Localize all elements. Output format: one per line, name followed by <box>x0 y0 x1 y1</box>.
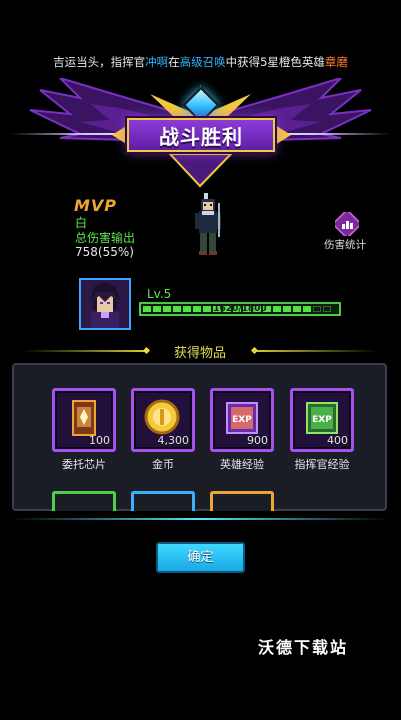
reward-item-gold[interactable]: 4,300 <box>131 388 195 452</box>
damage-stats-button[interactable]: 伤害统计 <box>324 212 368 252</box>
reward-item-qty: 400 <box>327 434 348 447</box>
reward-item-label: 指挥官经验 <box>294 458 350 471</box>
svg-text:EXP: EXP <box>312 415 332 425</box>
rewards-section-title: 获得物品 <box>173 346 226 361</box>
ticker-text-1: 吉运当头，指挥官 <box>53 55 146 69</box>
reward-item-partial[interactable] <box>131 491 195 511</box>
mvp-badge: MVP <box>74 196 118 215</box>
reward-item-qty: 4,300 <box>157 434 190 447</box>
reward-item-partial[interactable] <box>52 491 116 511</box>
bar-chart-icon <box>335 212 359 236</box>
divider-right <box>252 350 378 352</box>
watermark-text: 沃德下载站 <box>258 638 349 657</box>
panel-glow-line <box>12 518 389 520</box>
reward-item-hero-exp[interactable]: EXP 900 <box>210 388 274 452</box>
ticker-hero-name: 章磨 <box>324 55 348 69</box>
mvp-hero-sprite <box>195 193 221 255</box>
victory-title: 战斗胜利 <box>159 125 243 149</box>
divider-dot-left <box>142 346 151 355</box>
confirm-button[interactable]: 确定 <box>156 542 245 573</box>
svg-text:EXP: EXP <box>232 415 252 425</box>
reward-item-partial[interactable] <box>210 491 274 511</box>
ticker-source: 高级召唤 <box>179 55 226 69</box>
ticker-text-3: 中获得5星橙色英雄 <box>225 55 325 69</box>
reward-item-qty: 100 <box>89 434 110 447</box>
damage-stats-label: 伤害统计 <box>324 239 366 251</box>
divider-left <box>22 350 148 352</box>
reward-item-chip[interactable]: 100 <box>52 388 116 452</box>
mvp-damage-value: 758(55%) <box>75 245 134 259</box>
reward-item-commander-exp[interactable]: EXP 400 <box>290 388 354 452</box>
ticker-text-2: 在 <box>168 55 180 69</box>
reward-item-qty: 900 <box>247 434 268 447</box>
hero-level: Lv.5 <box>147 287 172 301</box>
reward-item-label: 金币 <box>152 458 174 471</box>
announcement-ticker: 吉运当头，指挥官冲啊在高级召唤中获得5星橙色英雄章磨 <box>0 54 401 70</box>
reward-item-label: 委托芯片 <box>62 458 106 471</box>
hero-portrait[interactable] <box>79 278 131 330</box>
mvp-damage-label: 总伤害输出 <box>75 231 136 245</box>
ticker-player-name: 冲啊 <box>145 55 169 69</box>
hero-portrait-image <box>81 280 129 328</box>
reward-item-label: 英雄经验 <box>220 458 264 471</box>
hero-xp-text: 1620/1800 <box>213 304 267 314</box>
